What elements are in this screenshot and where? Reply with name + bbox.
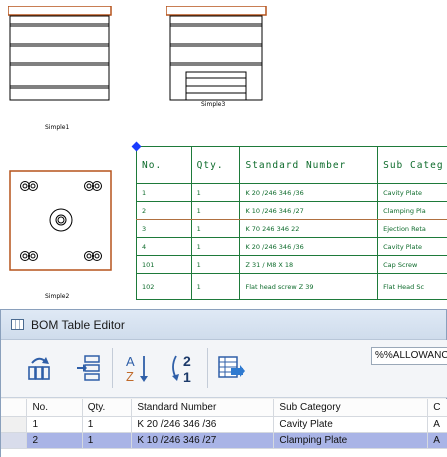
bom-drawing-grid: No. Qty. Standard Number Sub Categ 1 1 K… xyxy=(136,146,447,300)
sort-alpha-icon: A Z xyxy=(126,354,148,384)
svg-text:2: 2 xyxy=(183,353,191,369)
bom-cell: 101 xyxy=(136,255,192,274)
toolbar-separator xyxy=(207,348,208,388)
bom-header-qty: Qty. xyxy=(190,146,241,184)
bom-cell: 1 xyxy=(136,183,192,202)
grid-cell-subcategory[interactable]: Cavity Plate xyxy=(273,416,429,433)
grid-header-qty[interactable]: Qty. xyxy=(82,399,133,417)
bom-cell: Z 31 / M8 X 18 xyxy=(239,255,379,274)
grid-cell-no[interactable]: 2 xyxy=(26,432,83,449)
allowance-field[interactable]: %%ALLOWANC xyxy=(371,347,447,365)
bom-cell: 1 xyxy=(190,273,241,300)
bom-row[interactable]: 102 1 Flat head screw Z 39 Flat Head Sc xyxy=(136,273,447,300)
bom-cell: 1 xyxy=(190,237,241,256)
sort-alpha-button[interactable]: A Z xyxy=(121,350,153,386)
editor-title: BOM Table Editor xyxy=(31,317,125,332)
view-label-simple1: Simple1 xyxy=(45,124,70,131)
bom-row[interactable]: 101 1 Z 31 / M8 X 18 Cap Screw xyxy=(136,255,447,274)
bom-row[interactable]: 4 1 K 20 /246 346 /36 Cavity Plate xyxy=(136,237,447,256)
grid-cell-standard[interactable]: K 10 /246 346 /27 xyxy=(131,432,275,449)
bom-cell: 4 xyxy=(136,237,192,256)
grid-cell-extra[interactable]: A xyxy=(427,432,447,449)
svg-text:1: 1 xyxy=(183,369,191,384)
bom-cell: 2 xyxy=(136,201,192,220)
grid-cell-subcategory[interactable]: Clamping Plate xyxy=(273,432,429,449)
grid-header-standard[interactable]: Standard Number xyxy=(131,399,275,417)
svg-text:Z: Z xyxy=(126,369,134,384)
editor-grid: No. Qty. Standard Number Sub Category C … xyxy=(1,399,447,457)
bom-cell: Flat Head Sc xyxy=(377,273,447,300)
sort-numeric-button[interactable]: 2 1 xyxy=(168,350,200,386)
bom-cell: Clamping Pla xyxy=(377,201,447,220)
bom-row[interactable]: 1 1 K 20 /246 346 /36 Cavity Plate xyxy=(136,183,447,202)
editor-table: No. Qty. Standard Number Sub Category C … xyxy=(1,399,447,449)
bom-cell: 102 xyxy=(136,273,192,300)
view-simple2[interactable] xyxy=(9,170,114,272)
bom-cell: K 20 /246 346 /36 xyxy=(239,237,379,256)
bom-header-no: No. xyxy=(136,146,192,184)
bom-cell: Cavity Plate xyxy=(377,237,447,256)
grid-header-subcategory[interactable]: Sub Category xyxy=(273,399,429,417)
row-header[interactable] xyxy=(1,416,28,433)
simple3-drawing xyxy=(165,5,267,101)
row-header[interactable] xyxy=(1,432,28,449)
bom-row[interactable]: 2 1 K 10 /246 346 /27 Clamping Pla xyxy=(136,201,447,220)
grid-row[interactable]: 1 1 K 20 /246 346 /36 Cavity Plate A xyxy=(1,416,447,433)
editor-titlebar[interactable]: BOM Table Editor xyxy=(1,310,446,340)
bom-header-standard: Standard Number xyxy=(239,146,379,184)
view-simple3[interactable] xyxy=(165,5,270,101)
bom-row[interactable]: 3 1 K 70 246 346 22 Ejection Reta xyxy=(136,219,447,238)
bom-cell: K 10 /246 346 /27 xyxy=(239,201,379,220)
toolbar-separator xyxy=(112,348,113,388)
simple1-drawing xyxy=(7,5,112,101)
bom-cell: 1 xyxy=(190,255,241,274)
grid-cell-extra[interactable]: A xyxy=(427,416,447,433)
bom-cell: 1 xyxy=(190,183,241,202)
export-table-icon xyxy=(218,356,245,378)
grid-corner xyxy=(1,399,28,417)
view-label-simple2: Simple2 xyxy=(45,293,70,300)
svg-text:A: A xyxy=(126,354,135,369)
cad-canvas[interactable]: Simple1 Simple3 Simple2 No. Qty. Standar… xyxy=(0,0,447,457)
grid-cell-no[interactable]: 1 xyxy=(26,416,83,433)
refresh-bom-icon xyxy=(28,357,50,380)
bom-cell: K 70 246 346 22 xyxy=(239,219,379,238)
bom-cell: 1 xyxy=(190,219,241,238)
sort-numeric-icon: 2 1 xyxy=(172,353,191,384)
bom-cell: 1 xyxy=(190,201,241,220)
bom-cell: Cap Screw xyxy=(377,255,447,274)
grid-cell-qty[interactable]: 1 xyxy=(82,416,133,433)
simple2-drawing xyxy=(9,170,112,271)
bom-cell: K 20 /246 346 /36 xyxy=(239,183,379,202)
bom-cell: Ejection Reta xyxy=(377,219,447,238)
export-table-button[interactable] xyxy=(215,350,247,386)
column-edit-icon xyxy=(77,355,100,381)
view-simple1[interactable] xyxy=(7,5,112,101)
grid-row-selected[interactable]: 2 1 K 10 /246 346 /27 Clamping Plate A xyxy=(1,432,447,449)
grid-cell-standard[interactable]: K 20 /246 346 /36 xyxy=(131,416,275,433)
grid-cell-qty[interactable]: 1 xyxy=(82,432,133,449)
bom-cell: Cavity Plate xyxy=(377,183,447,202)
bom-cell: Flat head screw Z 39 xyxy=(239,273,379,300)
bom-drawing-table[interactable]: No. Qty. Standard Number Sub Categ 1 1 K… xyxy=(131,141,447,306)
editor-toolbar: A Z 2 1 %%ALLOWANC xyxy=(1,340,447,398)
grid-header-extra[interactable]: C xyxy=(427,399,447,417)
table-editor-icon xyxy=(11,319,24,330)
bom-table-editor-window: BOM Table Editor A Z 2 1 %%ALLOWANC No. … xyxy=(0,309,447,457)
bom-header-subcategory: Sub Categ xyxy=(377,146,447,184)
view-label-simple3: Simple3 xyxy=(201,101,226,108)
refresh-bom-button[interactable] xyxy=(23,350,55,386)
column-edit-button[interactable] xyxy=(73,350,105,386)
grid-header-no[interactable]: No. xyxy=(26,399,83,417)
bom-cell: 3 xyxy=(136,219,192,238)
